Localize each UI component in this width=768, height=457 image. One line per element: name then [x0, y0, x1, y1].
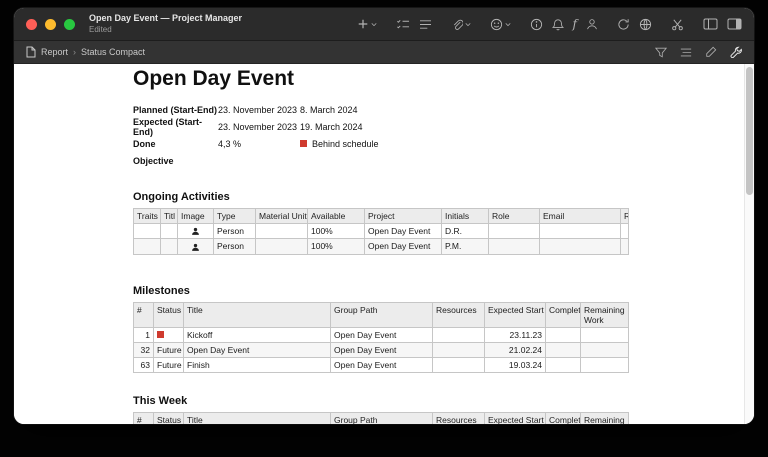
col-title: Title: [183, 411, 331, 424]
behind-schedule-icon: [300, 140, 307, 148]
refresh-icon[interactable]: [617, 18, 630, 31]
filter-icon[interactable]: [655, 47, 667, 58]
contacts-icon[interactable]: [586, 18, 598, 30]
schedule-status: Behind schedule: [300, 139, 754, 149]
col-remaining-work: Remaining Work: [580, 301, 629, 328]
report-toolbar-icons: [655, 46, 742, 58]
close-button[interactable]: [26, 18, 37, 30]
col-initials: Initials: [441, 208, 489, 225]
breadcrumb-status-compact[interactable]: Status Compact: [81, 47, 145, 57]
col-remaining-work: Remaining Work: [580, 411, 629, 424]
col-status: Status: [153, 301, 184, 328]
cut-icon[interactable]: [671, 18, 684, 31]
table-row: Person 100% Open Day Event P.M.: [133, 238, 629, 255]
table-row: 32 Future Open Day Event Open Day Event …: [133, 341, 629, 358]
milestones-heading: Milestones: [133, 284, 190, 297]
checklist-icon[interactable]: [396, 18, 410, 31]
vertical-scrollbar[interactable]: [744, 64, 754, 424]
table-row: 63 Future Finish Open Day Event 19.03.24: [133, 356, 629, 373]
zoom-button[interactable]: [64, 18, 75, 30]
col-expected-start: Expected Start: [484, 301, 546, 328]
notifications-icon[interactable]: [551, 18, 564, 31]
col-group-path: Group Path: [330, 411, 433, 424]
col-r: R: [620, 208, 629, 225]
col-role: Role: [488, 208, 540, 225]
globe-icon[interactable]: [639, 18, 652, 31]
col-email: Email: [539, 208, 621, 225]
table-row: Person 100% Open Day Event D.R.: [133, 223, 629, 240]
ongoing-activities-table: Traits Titl Image Type Material Unit Ava…: [133, 208, 629, 255]
col-material-unit: Material Unit: [255, 208, 308, 225]
window-title: Open Day Event — Project Manager: [89, 13, 243, 24]
col-project: Project: [364, 208, 442, 225]
header-row: # Status Title Group Path Resources Expe…: [133, 411, 629, 424]
objective-label: Objective: [133, 155, 174, 166]
traffic-lights: [26, 18, 75, 30]
app-window: Open Day Event — Project Manager Edited: [14, 8, 754, 424]
window-subtitle: Edited: [89, 24, 112, 34]
window-title-block: Open Day Event — Project Manager Edited: [89, 13, 242, 34]
col-type: Type: [213, 208, 256, 225]
col-title: Titl: [160, 208, 178, 225]
breadcrumb-separator: ›: [73, 47, 77, 57]
planned-start: 23. November 2023: [218, 104, 298, 115]
col-traits: Traits: [133, 208, 161, 225]
breadcrumb: Report › Status Compact: [26, 46, 145, 58]
report-toolbar: Report › Status Compact: [14, 41, 754, 64]
function-icon[interactable]: f: [573, 18, 577, 30]
report-page: Open Day Event Planned (Start-End) 23. N…: [14, 64, 754, 424]
emoji-icon[interactable]: [490, 18, 511, 31]
expected-end: 19. March 2024: [300, 121, 363, 132]
scrollbar-thumb[interactable]: [746, 67, 753, 195]
ongoing-activities-heading: Ongoing Activities: [133, 191, 230, 204]
report-content: Open Day Event Planned (Start-End) 23. N…: [14, 64, 754, 424]
page-title: Open Day Event: [133, 67, 295, 90]
style-pen-icon[interactable]: [705, 46, 717, 58]
add-icon[interactable]: [357, 18, 377, 30]
header-row: Traits Titl Image Type Material Unit Ava…: [133, 208, 629, 225]
minimize-button[interactable]: [45, 18, 56, 30]
panel-left-icon[interactable]: [703, 18, 718, 30]
text-lines-icon[interactable]: [419, 19, 432, 30]
col-group-path: Group Path: [330, 301, 433, 328]
col-expected-start: Expected Start: [484, 411, 546, 424]
planned-end: 8. March 2024: [300, 104, 358, 115]
header-row: # Status Title Group Path Resources Expe…: [133, 301, 629, 328]
schedule-status-text: Behind schedule: [312, 138, 379, 149]
person-icon: [177, 238, 214, 255]
info-icon[interactable]: [530, 18, 543, 31]
done-value: 4,3 %: [218, 138, 242, 149]
this-week-heading: This Week: [133, 394, 188, 407]
col-number: #: [133, 301, 154, 328]
col-available: Available: [307, 208, 365, 225]
titlebar: Open Day Event — Project Manager Edited: [14, 8, 754, 41]
col-complete: Complete: [545, 301, 581, 328]
col-resources: Resources: [432, 411, 485, 424]
milestone-status-icon: [153, 326, 184, 343]
col-complete: Complete: [545, 411, 581, 424]
attach-icon[interactable]: [451, 18, 471, 31]
main-toolbar: f: [357, 18, 742, 31]
panel-right-icon[interactable]: [727, 18, 742, 30]
col-status: Status: [153, 411, 184, 424]
milestones-table: # Status Title Group Path Resources Expe…: [133, 301, 629, 373]
expected-start: 23. November 2023: [218, 121, 298, 132]
person-icon: [177, 223, 214, 240]
breadcrumb-report[interactable]: Report: [41, 47, 68, 57]
col-number: #: [133, 411, 154, 424]
outline-icon[interactable]: [680, 47, 692, 58]
done-label: Done: [133, 138, 156, 149]
this-week-table: # Status Title Group Path Resources Expe…: [133, 411, 629, 424]
summary-fields: Planned (Start-End) 23. November 2023 8.…: [133, 101, 754, 169]
tools-wrench-icon[interactable]: [730, 46, 742, 58]
expected-label: Expected (Start-End): [133, 116, 203, 137]
document-icon: [26, 46, 36, 58]
table-row: 1 Kickoff Open Day Event 23.11.23: [133, 326, 629, 343]
col-image: Image: [177, 208, 214, 225]
col-title: Title: [183, 301, 331, 328]
planned-label: Planned (Start-End): [133, 104, 218, 115]
col-resources: Resources: [432, 301, 485, 328]
